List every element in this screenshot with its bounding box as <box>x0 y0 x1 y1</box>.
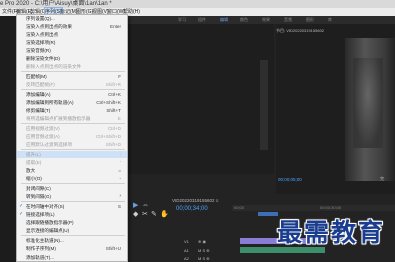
menu-item-linked-selection[interactable]: ✓ 链接选择项(L) <box>17 211 127 218</box>
menu-separator <box>21 123 125 124</box>
menu-item-make-subsequence[interactable]: 制作子序列(M) Shift+U <box>17 245 127 252</box>
tab-assembly[interactable]: 组件 <box>198 16 206 24</box>
menu-separator <box>21 235 125 236</box>
menu-item-close-gap[interactable]: 封闭间隙(C) <box>17 185 127 192</box>
watermark-logo: 最需教育 <box>276 218 385 247</box>
menu-item-zoom-out[interactable]: 缩小(O) - <box>17 175 127 182</box>
menu-item-render-audio[interactable]: 渲染音频(R) <box>17 47 127 54</box>
timeline-ruler[interactable]: 00;00 00;00;30;00 <box>232 205 395 211</box>
menu-item-delete-render-files-in-out[interactable]: 删除入点到出点的渲染文件 <box>17 63 127 70</box>
tab-effects[interactable]: 效果 <box>262 16 270 24</box>
checkmark-icon: ✓ <box>19 211 24 217</box>
tab-libraries[interactable]: 库 <box>328 16 332 24</box>
menu-item-sequence-settings[interactable]: 序列设置(Q)... <box>17 15 127 22</box>
menu-item-match-frame[interactable]: 匹配帧(M) F <box>17 73 127 80</box>
tab-graphics[interactable]: 图形 <box>306 16 314 24</box>
sequence-menu: 序列设置(Q)... 渲染入点到出点的效果 Enter 渲染入点到出点 渲染选择项… <box>16 14 128 262</box>
ripple-edit-tool-icon[interactable]: ◆ <box>133 211 138 219</box>
hand-tool-icon[interactable]: ✋ <box>160 211 169 219</box>
program-video-frame <box>345 38 395 181</box>
menu-item-add-tracks[interactable]: 添加轨道(T)... <box>17 254 127 261</box>
tab-color[interactable]: 颜色 <box>240 16 248 24</box>
track-a2-controls[interactable]: M S ⊕ <box>198 256 210 261</box>
source-panel <box>126 24 274 174</box>
menu-item-selection-follows-playhead[interactable]: 选择跟随播放指示器(P) <box>17 219 127 226</box>
menu-item-render-in-out[interactable]: 渲染入点到出点 <box>17 31 127 38</box>
track-select-tool-icon[interactable]: ⇔ <box>142 202 149 210</box>
program-monitor-title: 节目: VID20220319155602 <box>276 28 325 33</box>
menu-separator <box>21 149 125 150</box>
checkmark-icon: ✓ <box>19 203 24 209</box>
tab-audio[interactable]: 音频 <box>284 16 292 24</box>
menu-item-extend-edit-to-playhead[interactable]: 将所选编辑点扩展到播放指示器 E <box>17 115 127 122</box>
track-a1-label: A1 <box>184 248 189 253</box>
menu-item-render-effects-in-out[interactable]: 渲染入点到出点的效果 Enter <box>17 23 127 30</box>
menu-separator <box>21 201 125 202</box>
window-title: e Pro 2020 - C:\用户\Aisuy\桌面\1an\1an * <box>0 1 112 7</box>
menu-item-normalize-master-track[interactable]: 标准化主轨道(N)... <box>17 237 127 244</box>
program-timecode: 00;00;05;00 <box>278 177 302 182</box>
track-a2: A2 M S ⊕ <box>172 255 395 262</box>
ruler-label-start: 00;00 <box>234 205 245 210</box>
track-a1-controls[interactable]: M S ⊕ <box>198 248 210 253</box>
menu-item-trim-edit[interactable]: 修剪编辑(T) Shift+T <box>17 107 127 114</box>
menu-item-delete-render-files[interactable]: 删除渲染文件(D) <box>17 55 127 62</box>
menu-item-zoom-in[interactable]: 放大 = <box>17 167 127 174</box>
program-fit-indicator: 完 <box>380 176 384 181</box>
menu-item-add-edit[interactable]: 添加编辑(A) Ctrl+K <box>17 91 127 98</box>
tools-panel: ▶ ⇔ ◆ ✂ ✎ ✋ <box>133 199 169 221</box>
pen-tool-icon[interactable]: ✎ <box>151 211 157 219</box>
menu-item-apply-video-transition[interactable]: 应用视频过渡(V) Ctrl+D <box>17 125 127 132</box>
menu-separator <box>21 183 125 184</box>
menu-item-go-to-gap[interactable]: 转到间隔(G) › <box>17 193 127 200</box>
timeline-timecode[interactable]: 00;00;34;00 <box>176 206 208 212</box>
razor-tool-icon[interactable]: ✂ <box>142 211 148 219</box>
timeline-title: VID20220319155602 ≡ <box>172 198 219 203</box>
menu-item-extract[interactable]: 提取(E) ' <box>17 159 127 166</box>
menu-item-reverse-match-frame[interactable]: 反转匹配帧(F) Shift+R <box>17 81 127 88</box>
menu-item-apply-default-transitions[interactable]: 应用默认过渡到选择项 Shift+D <box>17 141 127 148</box>
menu-item-apply-audio-transition[interactable]: 应用音频过渡(A) Ctrl+Shift+D <box>17 133 127 140</box>
track-a2-label: A2 <box>184 256 189 261</box>
track-v1-label: V1 <box>184 239 189 244</box>
window-titlebar: e Pro 2020 - C:\用户\Aisuy\桌面\1an\1an * <box>0 0 395 8</box>
menu-item-snap-in-timeline[interactable]: ✓ 在时间轴中对齐(S) S <box>17 203 127 210</box>
tab-learn[interactable]: 学习 <box>178 16 186 24</box>
menu-separator <box>21 89 125 90</box>
menu-item-lift[interactable]: 提升(L); <box>17 151 127 158</box>
source-preview-strip <box>260 60 268 150</box>
submenu-arrow-icon: › <box>119 193 121 199</box>
tab-editing[interactable]: 编辑 <box>220 16 228 24</box>
menu-item-add-edit-all-tracks[interactable]: 添加编辑到所有轨道(A) Ctrl+Shift+K <box>17 99 127 106</box>
ruler-label-30s: 00;00;30;00 <box>320 205 342 210</box>
workspace-tabs: 学习 组件 编辑 颜色 效果 音频 图形 库 <box>126 16 395 24</box>
track-v1-controls[interactable]: ⊕ ◉ <box>198 239 206 244</box>
menu-separator <box>21 71 125 72</box>
selection-tool-icon[interactable]: ▶ <box>133 202 138 210</box>
menu-item-show-through-edits[interactable]: 显示连接的编辑点(U) <box>17 227 127 234</box>
menu-item-render-selection[interactable]: 渲染选择项(R) <box>17 39 127 46</box>
